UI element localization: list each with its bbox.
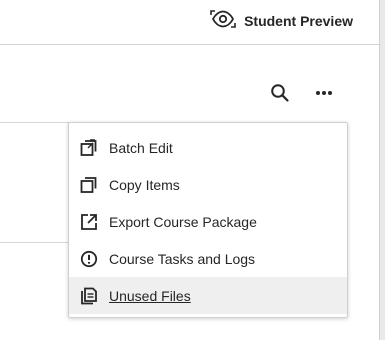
- menu-item-unused-files[interactable]: Unused Files: [69, 277, 347, 314]
- more-options-icon: [314, 83, 334, 108]
- search-button[interactable]: [266, 81, 294, 109]
- menu-item-label: Copy Items: [109, 176, 180, 193]
- export-icon: [80, 213, 98, 231]
- more-options-menu: Batch Edit Copy Items Export Course Pack…: [68, 122, 348, 318]
- search-icon: [270, 83, 290, 108]
- batch-edit-icon: [80, 138, 98, 157]
- menu-item-label: Unused Files: [109, 287, 191, 304]
- top-bar: Student Preview: [0, 0, 379, 45]
- alert-circle-icon: [80, 250, 98, 268]
- menu-item-copy-items[interactable]: Copy Items: [69, 166, 347, 203]
- scrollbar-track[interactable]: [379, 0, 385, 340]
- menu-item-label: Batch Edit: [109, 139, 173, 156]
- student-preview-button[interactable]: Student Preview: [210, 9, 353, 33]
- copy-icon: [80, 176, 98, 194]
- student-preview-label: Student Preview: [244, 13, 353, 29]
- menu-item-label: Export Course Package: [109, 213, 257, 230]
- content-divider: [0, 242, 70, 243]
- eye-preview-icon: [210, 9, 236, 34]
- menu-item-course-tasks-and-logs[interactable]: Course Tasks and Logs: [69, 240, 347, 277]
- menu-item-label: Course Tasks and Logs: [109, 250, 256, 267]
- menu-item-batch-edit[interactable]: Batch Edit: [69, 129, 347, 166]
- menu-item-export-course-package[interactable]: Export Course Package: [69, 203, 347, 240]
- files-icon: [80, 287, 98, 305]
- content-divider: [0, 122, 70, 123]
- more-options-button[interactable]: [310, 81, 338, 109]
